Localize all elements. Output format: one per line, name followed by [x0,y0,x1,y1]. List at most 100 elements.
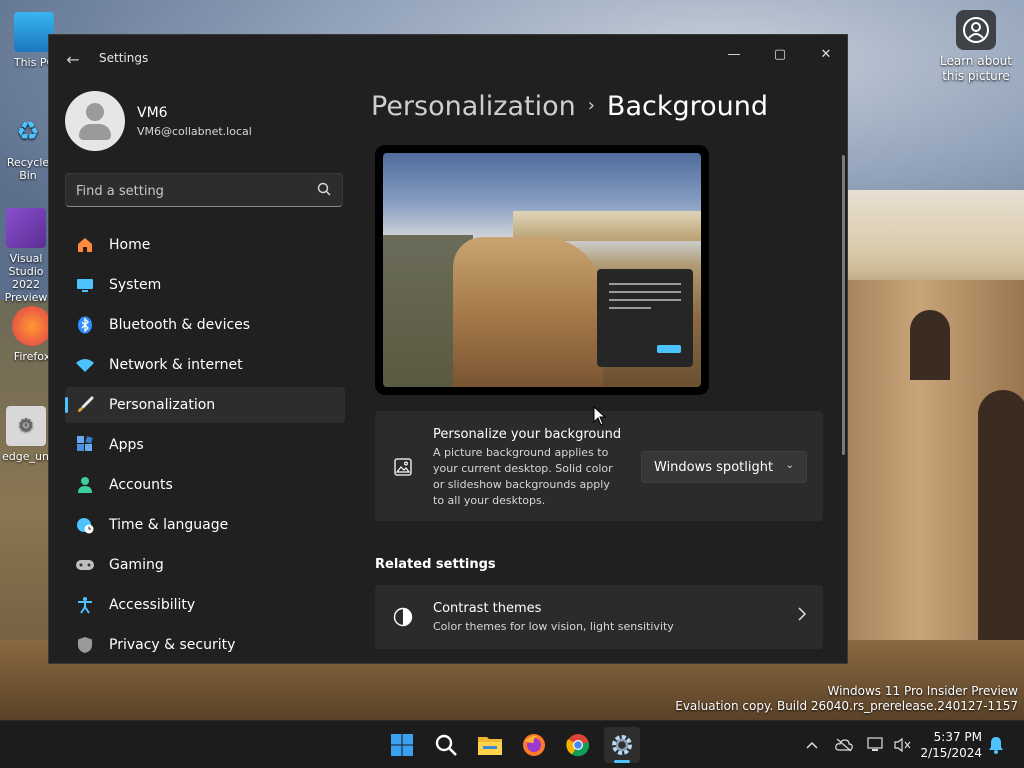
settings-window: ← Settings — ▢ ✕ VM6 VM6@collabnet.local… [48,34,848,664]
sidebar-nav: Home System Bluetooth & devices Network … [65,227,345,663]
sidebar-item-apps[interactable]: Apps [65,427,345,463]
sidebar-item-personalization[interactable]: Personalization [65,387,345,423]
monitor-icon [75,275,95,295]
preview-line [609,307,651,309]
sidebar-item-accessibility[interactable]: Accessibility [65,587,345,623]
taskbar-firefox[interactable] [516,727,552,763]
chevron-right-icon [797,607,807,625]
desktop-icon-recycle-bin[interactable]: ♻ Recycle Bin [4,112,52,182]
card-title: Contrast themes [433,601,542,616]
preview-cliff [453,237,603,387]
desktop-icon-edge-uninstall[interactable]: ⚙ edge_uninstall [2,406,82,463]
accessibility-icon [75,595,95,615]
sidebar-item-label: Home [109,237,151,253]
maximize-button[interactable]: ▢ [757,39,803,69]
sidebar-item-home[interactable]: Home [65,227,345,263]
search-icon [435,734,457,756]
breadcrumb-parent[interactable]: Personalization [371,91,576,122]
desktop-icon-visual-studio[interactable]: Visual Studio 2022 Preview [2,208,50,304]
close-button[interactable]: ✕ [803,39,847,69]
volume-muted-icon[interactable] [892,735,912,755]
minimize-button[interactable]: — [711,39,757,69]
search-icon[interactable] [316,182,332,198]
start-button[interactable] [384,727,420,763]
learn-about-picture[interactable]: Learn about this picture [936,10,1016,84]
sidebar-item-network[interactable]: Network & internet [65,347,345,383]
shield-icon [75,635,95,655]
sidebar-item-label: Accounts [109,477,173,493]
apps-icon [75,435,95,455]
visual-studio-icon [6,208,46,248]
sidebar-item-label: Privacy & security [109,637,236,653]
sidebar-item-label: System [109,277,162,293]
brush-icon [75,395,95,415]
sidebar-item-system[interactable]: System [65,267,345,303]
globe-clock-icon [75,515,95,535]
mouse-cursor-icon [593,406,607,426]
sidebar-item-bluetooth[interactable]: Bluetooth & devices [65,307,345,343]
recycle-bin-icon: ♻ [16,117,40,147]
gamepad-icon [75,555,95,575]
contrast-themes-link[interactable]: Contrast themes Color themes for low vis… [375,585,823,649]
page-title: Background [606,91,768,122]
watermark-line: Evaluation copy. Build 26040.rs_prerelea… [675,699,1018,713]
taskbar-settings[interactable] [604,727,640,763]
learn-label: Learn about this picture [940,54,1012,83]
start-icon [391,734,413,756]
sidebar-item-label: Network & internet [109,357,243,373]
picture-icon [393,457,413,477]
preview-line [609,299,681,301]
chrome-icon [566,734,590,757]
network-icon[interactable] [866,735,886,755]
back-button[interactable]: ← [61,47,85,71]
chevron-down-icon: ⌄ [785,460,794,471]
clock-time: 5:37 PM [933,730,982,744]
app-title: Settings [99,51,149,65]
background-preview [375,145,709,395]
card-description: A picture background applies to your cur… [433,446,613,507]
person-icon [75,475,95,495]
search-input[interactable] [76,181,306,201]
taskbar-chrome[interactable] [560,727,596,763]
avatar [65,91,125,151]
gear-icon: ⚙ [6,406,46,446]
taskbar-search-button[interactable] [428,727,464,763]
card-title: Personalize your background [433,427,622,442]
sidebar-item-label: Time & language [109,517,229,533]
firefox-icon [523,734,545,756]
sidebar-item-privacy-security[interactable]: Privacy & security [65,627,345,663]
section-heading: Related settings [375,557,496,572]
sidebar-item-accounts[interactable]: Accounts [65,467,345,503]
desktop-icon-label: Visual Studio 2022 Preview [4,252,48,304]
dropdown-value: Windows spotlight [654,459,774,475]
personalize-background-card: Personalize your background A picture ba… [375,411,823,521]
clock-date: 2/15/2024 [920,746,982,760]
title-bar[interactable]: ← Settings — ▢ ✕ [49,35,847,81]
sidebar-item-gaming[interactable]: Gaming [65,547,345,583]
scrollbar-thumb[interactable] [842,155,845,455]
bluetooth-icon [75,315,95,335]
notification-bell-icon[interactable] [986,735,1006,755]
avatar-head [86,103,104,121]
onedrive-offline-icon[interactable] [834,735,854,755]
firefox-icon [12,306,52,346]
watermark-line: Windows 11 Pro Insider Preview [827,684,1018,698]
taskbar: 5:37 PM 2/15/2024 [0,720,1024,768]
sidebar-item-label: Apps [109,437,144,453]
taskbar-file-explorer[interactable] [472,727,508,763]
user-profile[interactable]: VM6 VM6@collabnet.local [65,91,355,151]
chevron-up-icon[interactable] [802,735,822,755]
sidebar-item-time-language[interactable]: Time & language [65,507,345,543]
sidebar-item-label: Accessibility [109,597,196,613]
system-clock[interactable]: 5:37 PM 2/15/2024 [920,729,982,761]
preview-screen [383,153,701,387]
camera-icon [956,10,996,50]
home-icon [75,235,95,255]
sidebar-item-label: Personalization [109,397,216,413]
card-description: Color themes for low vision, light sensi… [433,620,674,633]
settings-icon [612,735,632,755]
preview-line [609,291,681,293]
search-box[interactable] [65,173,343,207]
background-type-dropdown[interactable]: Windows spotlight ⌄ [641,451,807,483]
preview-sample-window [597,269,693,367]
